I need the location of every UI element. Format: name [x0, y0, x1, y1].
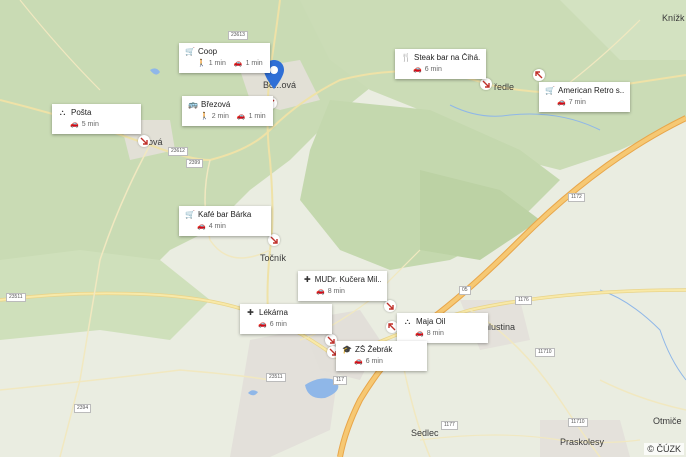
road-label: 1172: [568, 193, 585, 202]
poi-title: ZŠ Žebrák: [355, 345, 393, 354]
poi-title: Coop: [198, 47, 218, 56]
road-label: 23511: [266, 373, 286, 382]
poi-card-posta[interactable]: ⛬ Pošta 🚗 5 min: [52, 104, 141, 134]
poi-title: Pošta: [71, 108, 92, 117]
drive-time: 6 min: [365, 357, 383, 365]
car-icon: 🚗: [557, 99, 566, 106]
cart-icon: 🛒: [185, 210, 195, 219]
car-icon: 🚗: [258, 321, 267, 328]
town-label-hredle: ředle: [494, 82, 515, 92]
car-icon: 🚗: [413, 66, 422, 73]
poi-arrow[interactable]: [384, 300, 396, 312]
poi-title: American Retro s...: [558, 86, 624, 95]
road-label: 23612: [168, 147, 188, 156]
poi-card-steak-bar[interactable]: 🍴 Steak bar na Čihá... 🚗 6 min: [395, 49, 486, 79]
car-icon: 🚗: [197, 223, 206, 230]
town-label-chlustina: hlustina: [484, 322, 516, 332]
car-icon: 🚗: [70, 121, 79, 128]
walk-icon: 🚶: [200, 113, 209, 120]
poi-title: Maja Oil: [416, 317, 446, 326]
poi-title: Steak bar na Čihá...: [414, 53, 480, 62]
car-icon: 🚗: [415, 330, 424, 337]
car-icon: 🚗: [233, 60, 243, 67]
drive-time: 6 min: [269, 320, 287, 328]
medical-icon: ✚: [247, 308, 254, 317]
car-icon: 🚗: [236, 113, 246, 120]
road-label: 23511: [6, 293, 26, 302]
walk-time: 2 min: [211, 112, 229, 120]
poi-card-coop[interactable]: 🛒 Coop 🚶 1 min 🚗 1 min: [179, 43, 270, 73]
poi-title: Březová: [201, 100, 231, 109]
poi-card-mudr-kucera[interactable]: ✚ MUDr. Kučera Mil... 🚗 8 min: [298, 271, 387, 301]
poi-title: Lékárna: [259, 308, 288, 317]
poi-arrow[interactable]: [533, 69, 545, 81]
medical-icon: ✚: [304, 275, 311, 284]
town-label-partial: ová: [148, 137, 163, 147]
drive-time: 8 min: [426, 329, 444, 337]
road-label: 1177: [441, 421, 458, 430]
car-icon: 🚗: [354, 358, 363, 365]
poi-card-brezova-bus[interactable]: 🚌 Březová 🚶 2 min 🚗 1 min: [182, 96, 273, 126]
bus-icon: 🚌: [188, 100, 198, 109]
poi-arrow[interactable]: [480, 78, 492, 90]
drive-time: 6 min: [424, 65, 442, 73]
drive-time: 7 min: [568, 98, 586, 106]
road-label: 1176: [515, 296, 532, 305]
town-label-tocnik: Točník: [260, 253, 287, 263]
map-canvas[interactable]: [0, 0, 686, 457]
road-label: 23613: [228, 31, 248, 40]
poi-card-maja-oil[interactable]: ⛬ Maja Oil 🚗 8 min: [397, 313, 488, 343]
walk-time: 1 min: [208, 59, 226, 67]
town-label-sedlec: Sedlec: [411, 428, 439, 438]
poi-card-zs-zebrak[interactable]: 🎓 ZŠ Žebrák 🚗 6 min: [336, 341, 427, 371]
road-label: 11710: [568, 418, 588, 427]
town-label-knizkovice: Knížk: [662, 13, 685, 23]
poi-card-american-retro[interactable]: 🛒 American Retro s... 🚗 7 min: [539, 82, 630, 112]
map-copyright: © ČÚZK: [644, 443, 684, 455]
fork-knife-icon: 🍴: [401, 53, 411, 62]
drive-time: 1 min: [248, 112, 266, 120]
road-label: 11710: [535, 348, 555, 357]
post-icon: ⛬: [59, 108, 66, 117]
drive-time: 5 min: [81, 120, 99, 128]
school-icon: 🎓: [342, 345, 352, 354]
drive-time: 8 min: [327, 287, 345, 295]
road-label: 2399: [186, 159, 204, 168]
cart-icon: 🛒: [545, 86, 555, 95]
poi-arrow[interactable]: [138, 135, 150, 147]
cart-icon: 🛒: [185, 47, 195, 56]
poi-title: MUDr. Kučera Mil...: [314, 275, 381, 284]
car-icon: 🚗: [316, 288, 325, 295]
road-label: 05: [459, 286, 471, 295]
town-label-praskolesy: Praskolesy: [560, 437, 605, 447]
drive-time: 4 min: [208, 222, 226, 230]
post-icon: ⛬: [404, 317, 411, 326]
drive-time: 1 min: [245, 59, 263, 67]
poi-card-lekarna[interactable]: ✚ Lékárna 🚗 6 min: [240, 304, 332, 334]
road-label: 117: [333, 376, 347, 385]
poi-card-kafe-bar[interactable]: 🛒 Kafé bar Bárka 🚗 4 min: [179, 206, 271, 236]
road-label: 2394: [74, 404, 92, 413]
town-label-otmice: Otmiče: [653, 416, 682, 426]
walk-icon: 🚶: [197, 60, 206, 67]
poi-title: Kafé bar Bárka: [198, 210, 252, 219]
